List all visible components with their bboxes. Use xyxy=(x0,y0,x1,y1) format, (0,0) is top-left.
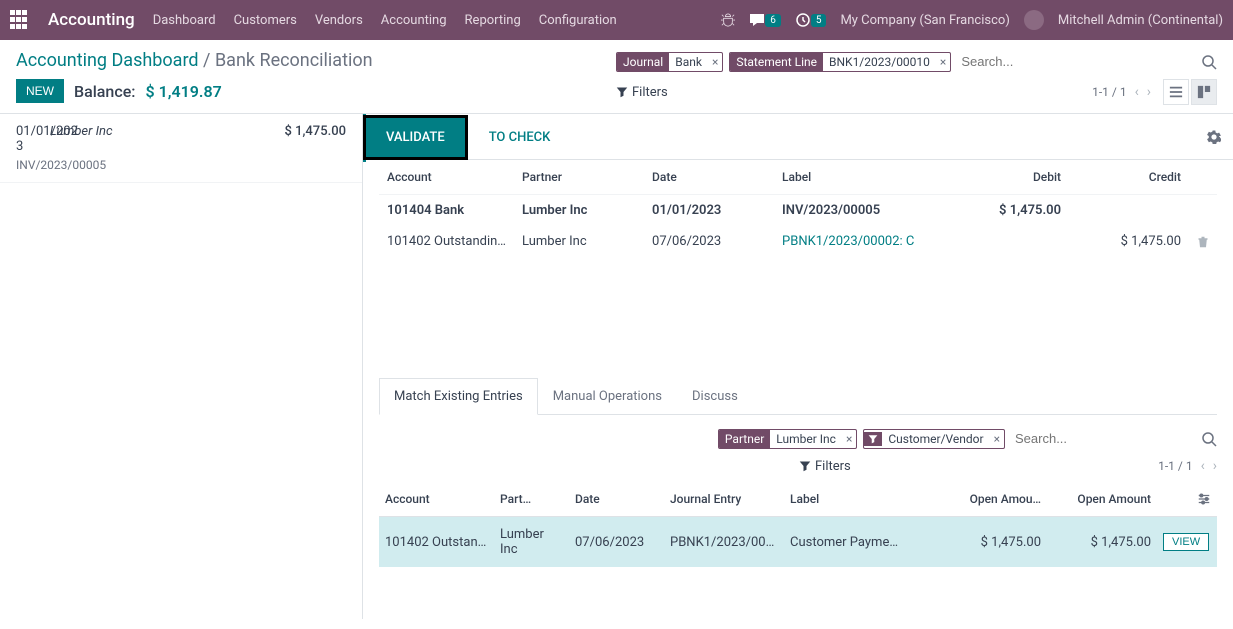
breadcrumb-root[interactable]: Accounting Dashboard xyxy=(16,50,199,71)
pager-next[interactable]: › xyxy=(1213,458,1217,474)
reconciliation-panel: VALIDATE TO CHECK Account Partner Date L… xyxy=(363,114,1233,619)
search-bar[interactable]: Journal Bank × Statement Line BNK1/2023/… xyxy=(616,50,1217,73)
nav-dashboard[interactable]: Dashboard xyxy=(153,13,216,28)
nav-accounting[interactable]: Accounting xyxy=(381,13,447,28)
sliders-icon[interactable] xyxy=(1197,492,1211,506)
control-panel: Accounting Dashboard / Bank Reconciliati… xyxy=(0,40,1233,114)
kanban-icon xyxy=(1197,85,1211,99)
pager-prev[interactable]: ‹ xyxy=(1135,84,1139,100)
recon-table: Account Partner Date Label Debit Credit … xyxy=(363,160,1233,257)
messages-badge: 6 xyxy=(765,14,781,27)
user-menu[interactable]: Mitchell Admin (Continental) xyxy=(1058,13,1223,28)
col-date: Date xyxy=(569,482,664,517)
view-button[interactable]: VIEW xyxy=(1163,533,1209,551)
nav-vendors[interactable]: Vendors xyxy=(315,13,363,28)
match-table: Account Part… Date Journal Entry Label O… xyxy=(363,482,1233,567)
statement-amount: $ 1,475.00 xyxy=(285,124,346,154)
recon-main-line[interactable]: 101404 Bank Lumber Inc 01/01/2023 INV/20… xyxy=(379,195,1217,227)
facet-journal: Journal Bank × xyxy=(616,52,723,72)
company-switcher[interactable]: My Company (San Francisco) xyxy=(840,13,1009,28)
view-list-button[interactable] xyxy=(1163,79,1189,105)
breadcrumb: Accounting Dashboard / Bank Reconciliati… xyxy=(16,50,616,71)
col-open-cur: Open Amou… xyxy=(937,482,1047,517)
nav-configuration[interactable]: Configuration xyxy=(539,13,617,28)
apps-icon[interactable] xyxy=(10,10,30,30)
tab-discuss[interactable]: Discuss xyxy=(677,378,753,415)
action-tabs: VALIDATE TO CHECK xyxy=(363,114,1233,160)
filter-icon xyxy=(616,86,628,98)
statement-ref: INV/2023/00005 xyxy=(16,158,346,172)
trash-icon[interactable] xyxy=(1197,236,1209,248)
sub-search-input[interactable] xyxy=(1011,427,1195,450)
balance-value: $ 1,419.87 xyxy=(145,82,221,101)
search-icon[interactable] xyxy=(1201,54,1217,70)
search-input[interactable] xyxy=(957,50,1195,73)
top-nav: Accounting Dashboard Customers Vendors A… xyxy=(0,0,1233,40)
recon-match-line[interactable]: 101402 Outstandin… Lumber Inc 07/06/2023… xyxy=(379,226,1217,257)
filter-icon xyxy=(799,460,811,472)
sub-filters-button[interactable]: Filters xyxy=(799,459,851,474)
facet-statement-line: Statement Line BNK1/2023/00010 × xyxy=(729,52,951,72)
facet-remove[interactable]: × xyxy=(842,432,856,446)
col-partner: Partner xyxy=(514,160,644,195)
col-label: Label xyxy=(784,482,937,517)
search-icon[interactable] xyxy=(1201,431,1217,447)
activities-badge: 5 xyxy=(811,14,827,27)
col-open: Open Amount xyxy=(1047,482,1157,517)
sub-search-bar[interactable]: Partner Lumber Inc × Customer/Vendor × xyxy=(363,415,1233,454)
facet-remove[interactable]: × xyxy=(990,432,1004,446)
col-partner: Part… xyxy=(494,482,569,517)
bug-icon[interactable] xyxy=(721,13,735,27)
tab-match-existing[interactable]: Match Existing Entries xyxy=(379,378,538,415)
col-journal: Journal Entry xyxy=(664,482,784,517)
activities-icon[interactable]: 5 xyxy=(795,12,827,28)
validate-button[interactable]: VALIDATE xyxy=(363,115,468,160)
facet-partner: Partner Lumber Inc × xyxy=(718,429,857,449)
tab-manual-ops[interactable]: Manual Operations xyxy=(538,378,677,415)
facet-customer-vendor: Customer/Vendor × xyxy=(863,429,1005,449)
pager-prev[interactable]: ‹ xyxy=(1201,458,1205,474)
nav-customers[interactable]: Customers xyxy=(234,13,297,28)
sub-tabs: Match Existing Entries Manual Operations… xyxy=(379,377,1217,415)
col-date: Date xyxy=(644,160,774,195)
pager-next[interactable]: › xyxy=(1147,84,1151,100)
view-kanban-button[interactable] xyxy=(1191,79,1217,105)
breadcrumb-current: Bank Reconciliation xyxy=(215,50,373,71)
facet-remove[interactable]: × xyxy=(708,55,722,69)
new-button[interactable]: NEW xyxy=(16,79,64,103)
col-account: Account xyxy=(379,160,514,195)
filter-icon xyxy=(868,434,878,444)
gear-icon[interactable] xyxy=(1207,130,1221,144)
to-check-button[interactable]: TO CHECK xyxy=(468,117,572,158)
col-credit: Credit xyxy=(1069,160,1189,195)
main-content: 01/01/2023 Lumber Inc $ 1,475.00 INV/202… xyxy=(0,114,1233,619)
filters-button[interactable]: Filters xyxy=(616,85,668,100)
col-account: Account xyxy=(379,482,494,517)
col-label: Label xyxy=(774,160,949,195)
nav-reporting[interactable]: Reporting xyxy=(465,13,521,28)
statement-item[interactable]: 01/01/2023 Lumber Inc $ 1,475.00 INV/202… xyxy=(0,114,362,183)
statement-partner: Lumber Inc xyxy=(50,124,113,154)
facet-remove[interactable]: × xyxy=(936,55,950,69)
avatar[interactable] xyxy=(1024,10,1044,30)
balance-label: Balance: xyxy=(74,82,135,101)
messages-icon[interactable]: 6 xyxy=(749,12,781,28)
match-row[interactable]: 101402 Outstan… Lumber Inc 07/06/2023 PB… xyxy=(379,517,1217,568)
pager: 1-1 / 1 ‹ › xyxy=(1092,84,1151,100)
sub-pager: 1-1 / 1 ‹ › xyxy=(1158,458,1217,474)
app-brand[interactable]: Accounting xyxy=(48,10,135,30)
col-debit: Debit xyxy=(949,160,1069,195)
list-icon xyxy=(1169,85,1183,99)
statement-list: 01/01/2023 Lumber Inc $ 1,475.00 INV/202… xyxy=(0,114,363,619)
